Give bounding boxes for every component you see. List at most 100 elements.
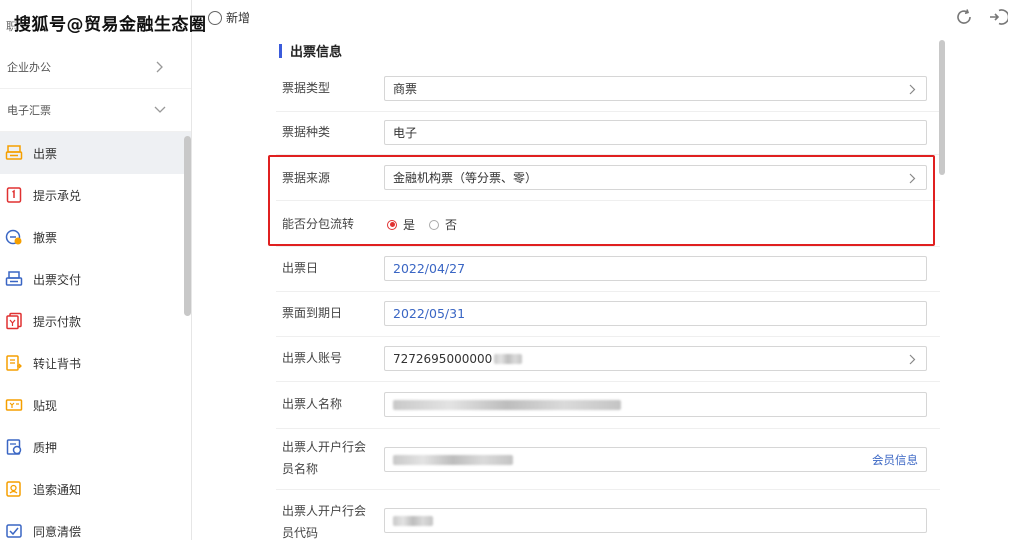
splittable-radio-group: 是 否: [387, 216, 471, 233]
sidebar-item-label: 转让背书: [33, 356, 82, 371]
sidebar-item-discount[interactable]: 贴现: [0, 384, 191, 426]
form-row-bill-kind: 票据种类 电子: [276, 112, 940, 155]
chevron-right-icon: [153, 60, 167, 74]
sidebar-item-revoke[interactable]: 撤票: [0, 216, 191, 258]
radio-label: 否: [445, 218, 458, 232]
sidebar-item-label: 贴现: [33, 398, 58, 413]
account-value: 7272695000000: [393, 351, 493, 366]
select-value: 金融机构票（等分票、零）: [393, 171, 538, 185]
redacted-text: [494, 353, 523, 364]
section-title-text: 出票信息: [290, 45, 343, 60]
bill-issue-icon: [5, 144, 23, 162]
exit-icon[interactable]: [987, 6, 1009, 28]
label-line: 出票人开户行会: [282, 504, 367, 518]
radio-checked-icon: [387, 219, 397, 230]
section-title: 出票信息: [279, 41, 342, 60]
sidebar-item-endorse[interactable]: 转让背书: [0, 342, 191, 384]
form-row-issue-date: 出票日 2022/04/27: [276, 247, 940, 292]
form-row-drawer-bank-code: 出票人开户行会 员代码: [276, 490, 940, 540]
radio-no[interactable]: 否: [429, 216, 457, 233]
content-scrollbar[interactable]: [939, 40, 945, 175]
endorse-icon: [5, 354, 23, 372]
field-label: 出票人开户行会 员代码: [282, 500, 366, 540]
issue-date-picker[interactable]: 2022/04/27: [384, 256, 927, 281]
field-label: 能否分包流转: [282, 217, 355, 231]
recourse-icon: [5, 480, 23, 498]
chevron-right-icon: [906, 171, 918, 185]
member-info-link[interactable]: 会员信息: [872, 452, 918, 468]
form-row-drawer-account: 出票人账号 7272695000000: [276, 337, 940, 382]
form-row-bill-source: 票据来源 金融机构票（等分票、零）: [276, 155, 940, 201]
radio-yes[interactable]: 是: [387, 216, 415, 233]
sidebar-item-accept[interactable]: 提示承兑: [0, 174, 191, 216]
sidebar-item-label: 提示承兑: [33, 188, 82, 203]
form-row-drawer-name: 出票人名称: [276, 382, 940, 429]
sidebar-item-label: 出票交付: [33, 272, 82, 287]
form-row-drawer-bank-name: 出票人开户行会 员名称 会员信息: [276, 429, 940, 490]
sidebar: 职 企业办公 电子汇票 出票 提示承兑 撤票 出票交付 提示付款 转让背书 贴现…: [0, 0, 192, 540]
sidebar-item-label: 撤票: [33, 230, 58, 245]
label-line: 员代码: [282, 526, 319, 540]
field-label: 出票人名称: [282, 397, 343, 411]
settle-icon: [5, 522, 23, 540]
sidebar-group-label: 电子汇票: [7, 104, 51, 117]
field-label: 出票人账号: [282, 351, 343, 365]
form-row-bill-type: 票据类型 商票: [276, 66, 940, 112]
sidebar-item-label: 出票: [33, 146, 58, 161]
sidebar-item-recourse[interactable]: 追索通知: [0, 468, 191, 510]
date-value: 2022/04/27: [393, 261, 466, 276]
chevron-right-icon: [906, 82, 918, 96]
select-value: 商票: [393, 82, 418, 96]
date-value: 2022/05/31: [393, 306, 466, 321]
sidebar-item-label: 同意清偿: [33, 524, 82, 539]
bill-type-select[interactable]: 商票: [384, 76, 927, 101]
title-accent-bar: [279, 43, 282, 58]
bill-kind-field[interactable]: 电子: [384, 120, 927, 145]
sidebar-item-deliver[interactable]: 出票交付: [0, 258, 191, 300]
drawer-account-select[interactable]: 7272695000000: [384, 346, 927, 371]
sidebar-group-ebill[interactable]: 电子汇票: [0, 89, 191, 132]
radio-label: 是: [403, 218, 416, 232]
field-label: 票据种类: [282, 125, 331, 139]
redacted-text: [393, 515, 433, 526]
field-label: 票据类型: [282, 81, 331, 95]
refresh-icon[interactable]: [953, 6, 975, 28]
redacted-text: [393, 399, 621, 410]
sidebar-item-label: 质押: [33, 440, 58, 455]
field-label: 出票人开户行会 员名称: [282, 436, 366, 480]
sidebar-item-label: 追索通知: [33, 482, 82, 497]
sidebar-group-label: 企业办公: [7, 61, 51, 74]
redacted-text: [393, 454, 513, 465]
due-date-picker[interactable]: 2022/05/31: [384, 301, 927, 326]
drawer-name-field[interactable]: [384, 392, 927, 417]
drawer-bank-code-field[interactable]: [384, 508, 927, 533]
sidebar-item-payment[interactable]: 提示付款: [0, 300, 191, 342]
form-row-due-date: 票面到期日 2022/05/31: [276, 292, 940, 337]
field-value: 电子: [393, 126, 418, 140]
sidebar-item-label: 提示付款: [33, 314, 82, 329]
chevron-right-icon: [906, 352, 918, 366]
sidebar-group-office[interactable]: 企业办公: [0, 46, 191, 89]
radio-unchecked-icon: [429, 219, 440, 230]
bill-source-select[interactable]: 金融机构票（等分票、零）: [384, 165, 927, 190]
sidebar-item-settle[interactable]: 同意清偿: [0, 510, 191, 540]
drawer-bank-name-field[interactable]: 会员信息: [384, 447, 927, 472]
top-bar: 新增: [192, 0, 1025, 36]
pledge-icon: [5, 438, 23, 456]
sidebar-scrollbar[interactable]: [184, 136, 191, 316]
label-line: 出票人开户行会: [282, 440, 367, 454]
deliver-icon: [5, 270, 23, 288]
chevron-down-icon: [153, 103, 167, 117]
circle-icon: [208, 10, 222, 25]
field-label: 出票日: [282, 261, 319, 275]
label-line: 员名称: [282, 462, 319, 476]
field-label: 票据来源: [282, 171, 331, 185]
discount-icon: [5, 396, 23, 414]
tab-new[interactable]: 新增: [208, 9, 250, 26]
payment-icon: [5, 312, 23, 330]
tab-new-label: 新增: [226, 11, 251, 25]
watermark-text: 搜狐号@贸易金融生态圈: [14, 15, 207, 35]
sidebar-item-issue[interactable]: 出票: [0, 132, 191, 174]
sidebar-item-pledge[interactable]: 质押: [0, 426, 191, 468]
revoke-icon: [5, 228, 23, 246]
